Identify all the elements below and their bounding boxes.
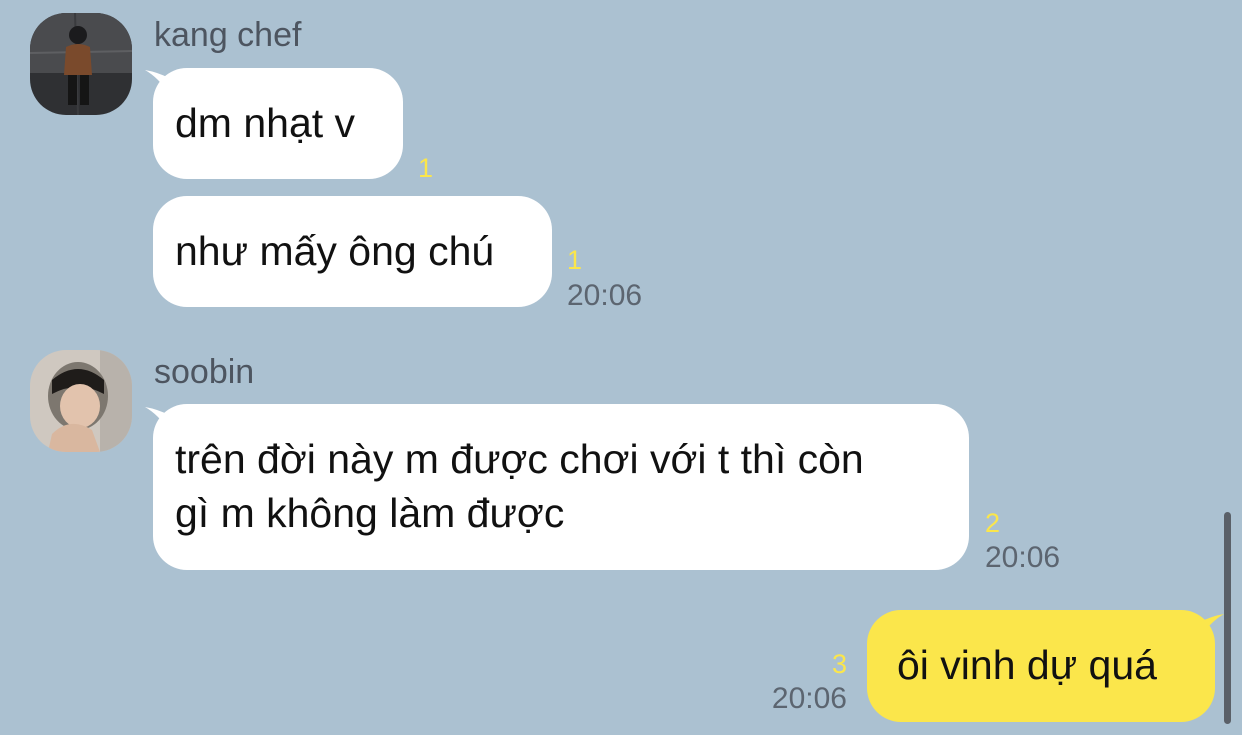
- unread-count: 1: [567, 245, 583, 275]
- unread-count: 2: [985, 508, 1001, 538]
- message-bubble[interactable]: như mấy ông chú: [153, 196, 552, 307]
- outgoing-message-bubble[interactable]: ôi vinh dự quá: [867, 610, 1215, 722]
- timestamp: 20:06: [771, 682, 847, 715]
- timestamp: 20:06: [567, 279, 643, 312]
- scrollbar[interactable]: [1224, 512, 1231, 724]
- message-bubble[interactable]: trên đời này m được chơi với t thì còn g…: [153, 404, 969, 570]
- avatar-kang-chef[interactable]: [30, 13, 132, 115]
- timestamp: 20:06: [985, 541, 1061, 574]
- unread-count: 1: [418, 153, 434, 183]
- bubble-tail: [1200, 614, 1224, 638]
- avatar-soobin[interactable]: [30, 350, 132, 452]
- sender-name: kang chef: [154, 16, 302, 54]
- profile-photo-icon: [30, 13, 132, 115]
- unread-count: 3: [831, 649, 847, 679]
- message-bubble[interactable]: dm nhạt v: [153, 68, 403, 179]
- sender-name: soobin: [154, 353, 255, 391]
- profile-photo-icon: [30, 350, 132, 452]
